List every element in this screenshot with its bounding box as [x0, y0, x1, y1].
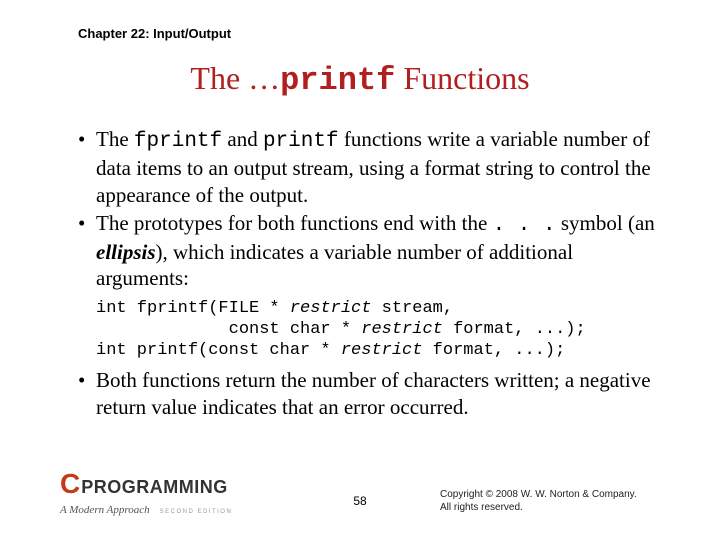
bullet-item: • Both functions return the number of ch… — [78, 367, 662, 420]
bullet-text: Both functions return the number of char… — [96, 368, 651, 418]
inline-code: printf — [263, 130, 339, 153]
logo-edition: SECOND EDITION — [160, 509, 233, 515]
bullet-dot-icon: • — [78, 126, 85, 152]
book-logo: C PROGRAMMING A Modern Approach SECOND E… — [60, 468, 280, 518]
emphasis: ellipsis — [96, 240, 156, 264]
inline-code: . . . — [493, 214, 556, 237]
copyright-line-2: All rights reserved. — [440, 501, 660, 514]
copyright: Copyright © 2008 W. W. Norton & Company.… — [440, 488, 660, 514]
text-run: ), which indicates a variable number of … — [96, 240, 573, 290]
copyright-line-1: Copyright © 2008 W. W. Norton & Company. — [440, 488, 660, 501]
code-line: const char * restrict format, ...); — [96, 320, 586, 339]
slide: Chapter 22: Input/Output The …printf Fun… — [0, 0, 720, 540]
text-run: symbol (an — [556, 211, 655, 235]
code-line: int printf(const char * restrict format,… — [96, 341, 565, 360]
bullet-text: The fprintf and printf functions write a… — [96, 127, 651, 207]
title-pre: The … — [190, 60, 280, 96]
text-run: The prototypes for both functions end wi… — [96, 211, 493, 235]
code-text: int printf(const char * — [96, 341, 341, 360]
code-line: int fprintf(FILE * restrict stream, — [96, 299, 453, 318]
text-run: The — [96, 127, 134, 151]
title-mono: printf — [280, 62, 395, 99]
code-text: const char * — [96, 320, 361, 339]
code-text: int fprintf(FILE * — [96, 299, 290, 318]
code-text: stream, — [371, 299, 453, 318]
inline-code: fprintf — [134, 130, 222, 153]
bullet-text: The prototypes for both functions end wi… — [96, 211, 655, 291]
chapter-label: Chapter 22: Input/Output — [78, 26, 231, 41]
code-text: format, ...); — [422, 341, 565, 360]
bullet-item: • The prototypes for both functions end … — [78, 210, 662, 292]
bullet-dot-icon: • — [78, 210, 85, 236]
text-run: and — [222, 127, 263, 151]
code-block: int fprintf(FILE * restrict stream, cons… — [96, 298, 662, 362]
code-keyword-italic: restrict — [341, 341, 423, 360]
bullet-dot-icon: • — [78, 367, 85, 393]
bullet-item: • The fprintf and printf functions write… — [78, 126, 662, 208]
code-keyword-italic: restrict — [361, 320, 443, 339]
slide-title: The …printf Functions — [0, 60, 720, 99]
slide-body: • The fprintf and printf functions write… — [78, 126, 662, 422]
code-keyword-italic: restrict — [290, 299, 372, 318]
footer: C PROGRAMMING A Modern Approach SECOND E… — [0, 478, 720, 518]
text-run: Both functions return the number of char… — [96, 368, 651, 418]
title-post: Functions — [395, 60, 529, 96]
code-text: format, ...); — [443, 320, 586, 339]
